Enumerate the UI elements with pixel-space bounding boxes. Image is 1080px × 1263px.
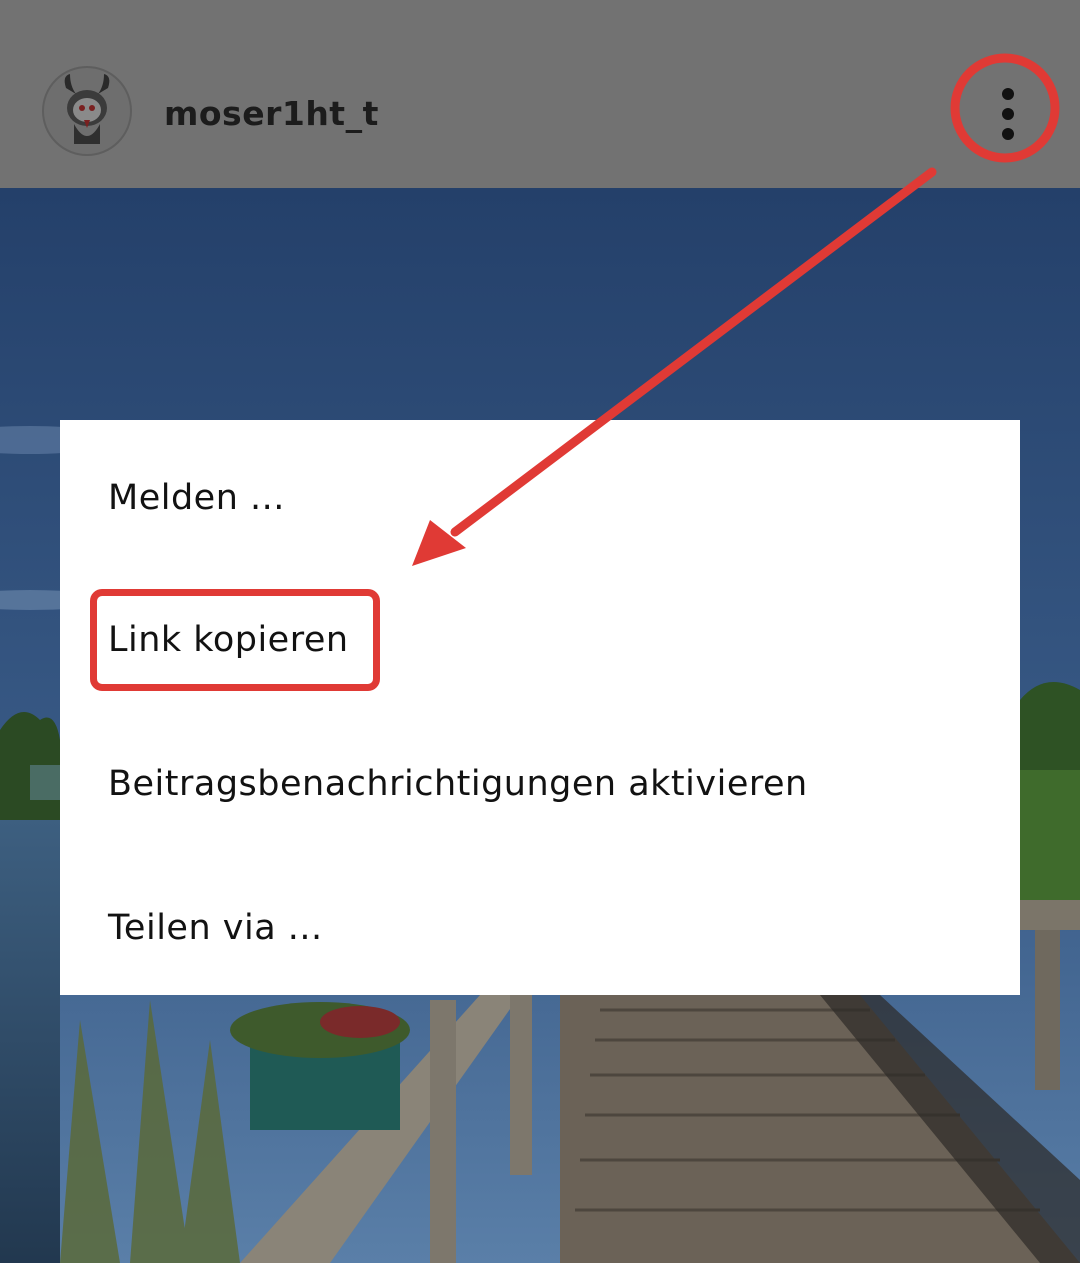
devil-avatar-icon [64, 74, 110, 144]
more-options-button[interactable] [980, 80, 1036, 148]
post-header: moser1ht_t [0, 0, 1080, 188]
options-menu: Melden ... Link kopieren Beitragsbenachr… [60, 420, 1020, 995]
menu-item-enable-notifications[interactable]: Beitragsbenachrichtigungen aktivieren [108, 764, 808, 804]
menu-item-share-via[interactable]: Teilen via ... [108, 908, 323, 948]
menu-item-report[interactable]: Melden ... [108, 478, 285, 518]
vertical-dots-icon [1002, 88, 1014, 100]
username[interactable]: moser1ht_t [164, 94, 379, 133]
vertical-dots-icon-dot [1002, 128, 1014, 140]
highlight-box [90, 589, 380, 691]
avatar[interactable] [42, 66, 132, 156]
vertical-dots-icon-dot [1002, 108, 1014, 120]
